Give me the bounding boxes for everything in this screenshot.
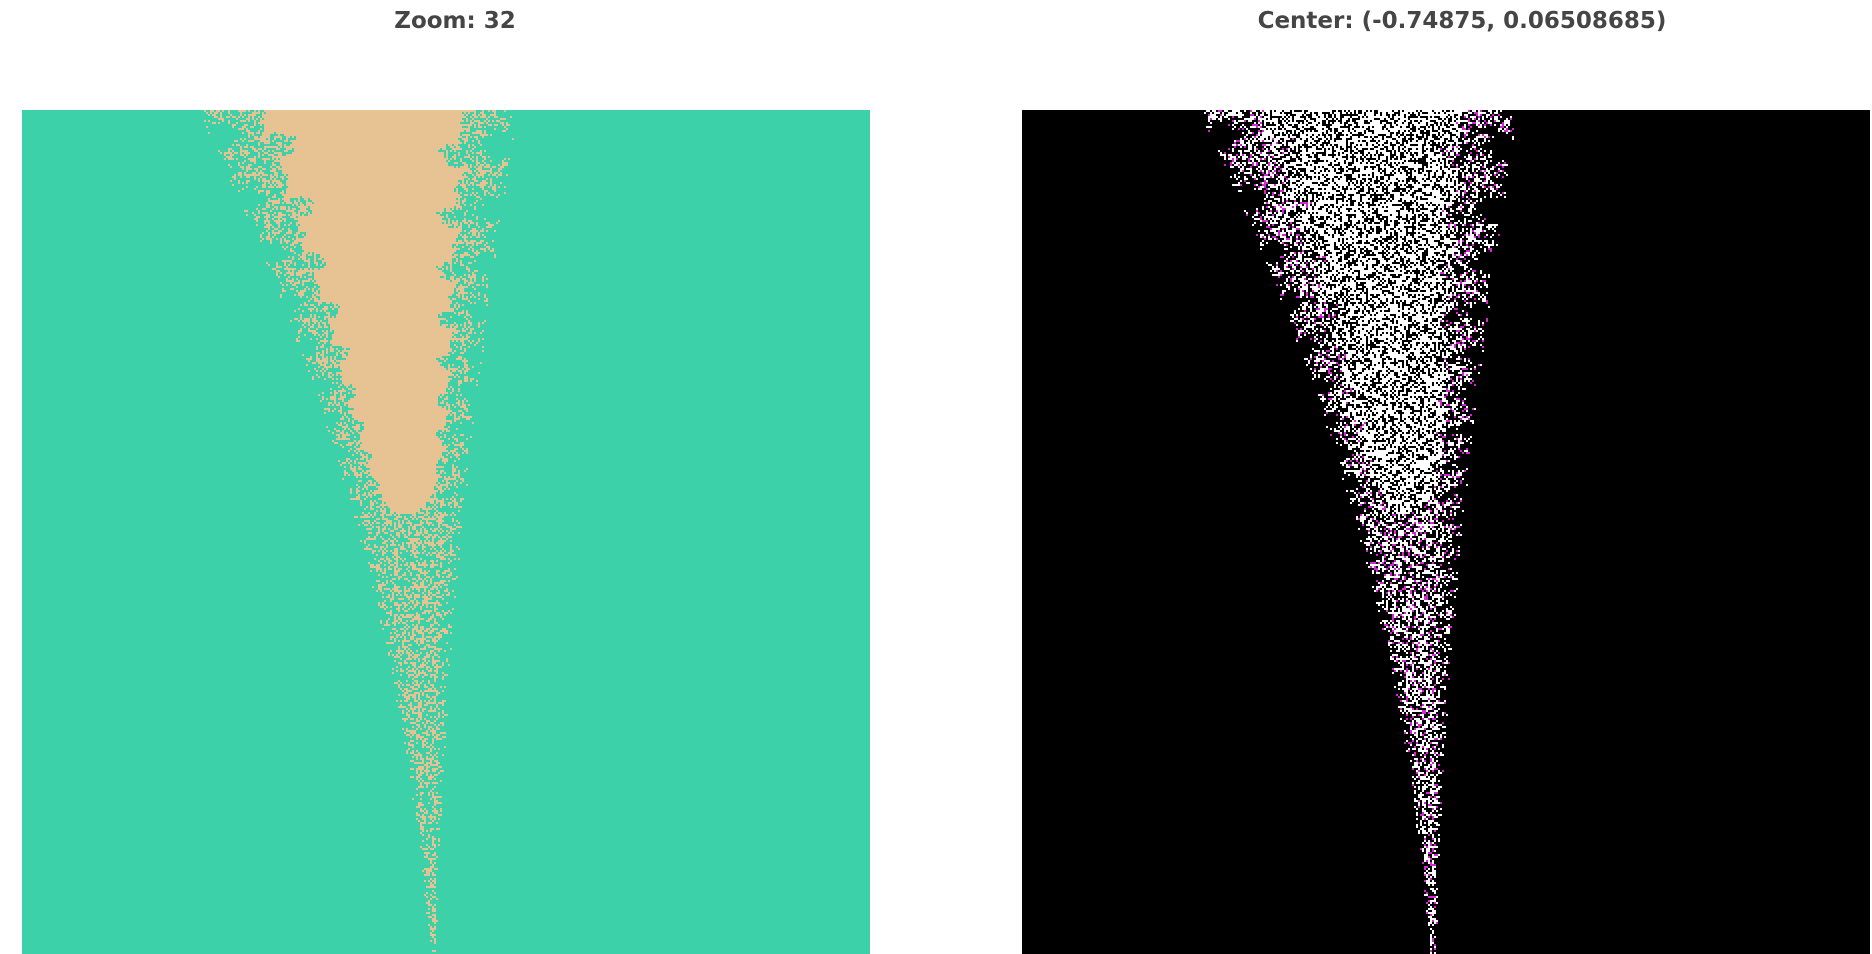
zoom-caption: Zoom: 32 — [394, 8, 516, 34]
fractal-image-colored — [22, 110, 870, 954]
fractal-canvas-colored — [22, 110, 870, 954]
fractal-image-inverted — [1022, 110, 1870, 954]
fractal-comparison-figure: Zoom: 32 Center: (-0.74875, 0.06508685) — [0, 0, 1872, 954]
center-caption: Center: (-0.74875, 0.06508685) — [1257, 8, 1667, 34]
fractal-canvas-inverted — [1022, 110, 1870, 954]
